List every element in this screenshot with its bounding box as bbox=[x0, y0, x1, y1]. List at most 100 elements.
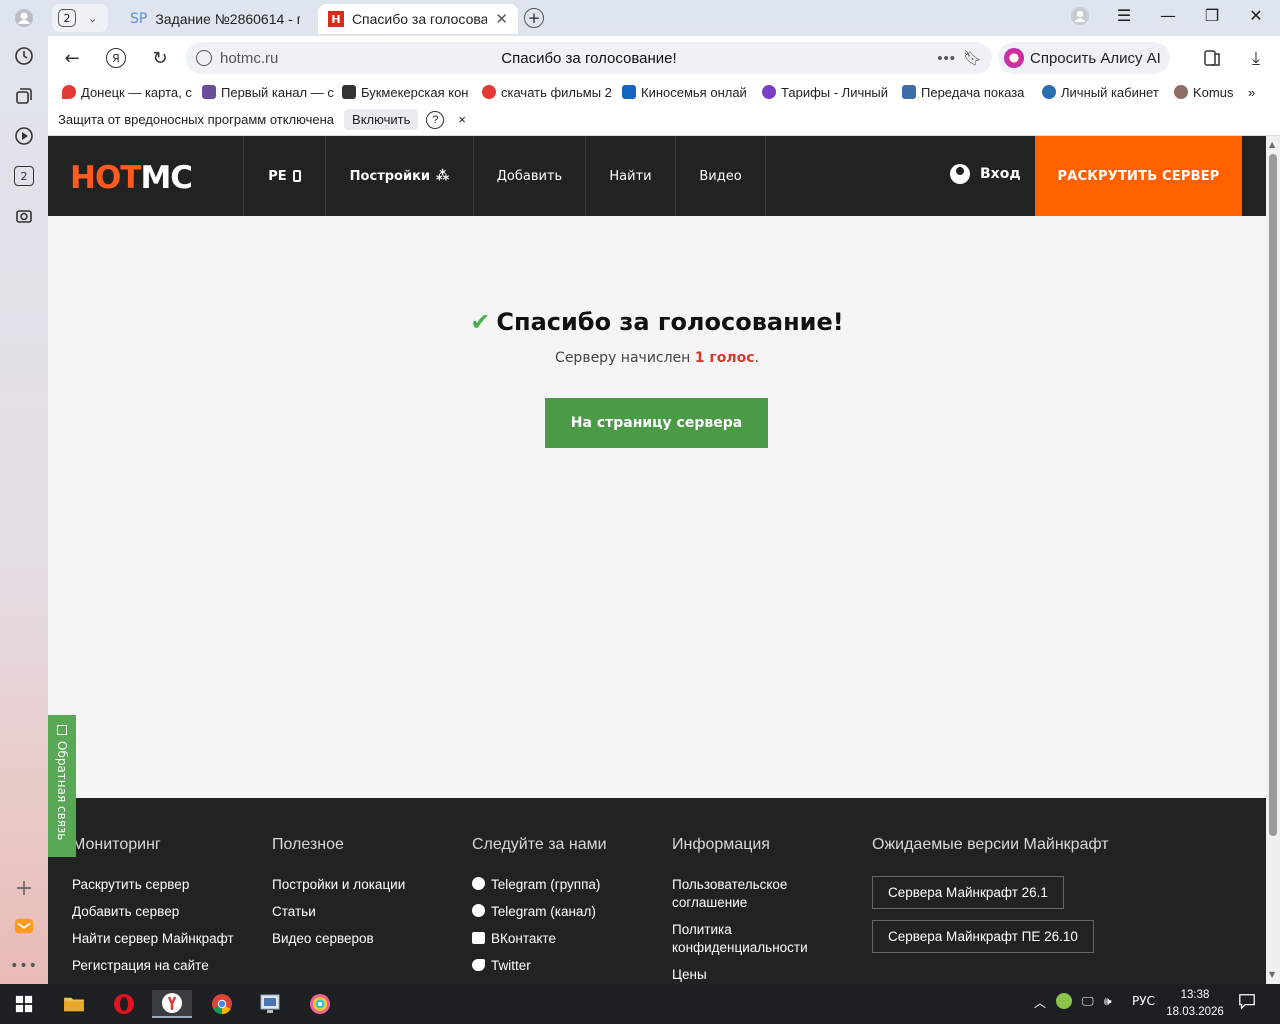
nav-find[interactable]: Найти bbox=[585, 136, 675, 216]
footer-link[interactable]: Найти сервер Майнкрафт bbox=[72, 930, 234, 948]
minimize-icon[interactable]: — bbox=[1156, 6, 1180, 25]
footer-link[interactable]: Цены bbox=[672, 966, 842, 984]
close-tab-icon[interactable]: ✕ bbox=[495, 10, 508, 28]
bookmark-item[interactable]: Букмекерская кон bbox=[342, 85, 482, 100]
alisa-button[interactable]: Спросить Алису AI bbox=[998, 42, 1170, 74]
address-bar[interactable]: hotmc.ru Спасибо за голосование! ••• 🔖︎ bbox=[186, 42, 992, 74]
opera-icon[interactable] bbox=[104, 990, 144, 1018]
tray-app-icon[interactable] bbox=[1056, 993, 1072, 1012]
promote-server-button[interactable]: РАСКРУТИТЬ СЕРВЕР bbox=[1035, 136, 1242, 216]
tab-task[interactable]: SP Задание №2860614 - про bbox=[120, 4, 310, 34]
bookmark-item[interactable]: Киносемья онлай bbox=[622, 85, 762, 100]
nav-add[interactable]: Добавить bbox=[473, 136, 585, 216]
footer-link[interactable]: Постройки и локации bbox=[272, 876, 405, 894]
hotmc-favicon-icon: H bbox=[328, 11, 344, 27]
close-window-icon[interactable]: ✕ bbox=[1244, 6, 1268, 25]
security-infobar: Защита от вредоносных программ отключена… bbox=[48, 104, 1280, 136]
more-icon[interactable]: ••• bbox=[10, 954, 37, 978]
tv-icon bbox=[202, 85, 216, 99]
mail-icon[interactable] bbox=[12, 914, 36, 938]
scroll-down-icon[interactable]: ▼ bbox=[1269, 970, 1275, 979]
address-page-title: Спасибо за голосование! bbox=[501, 49, 677, 67]
footer-link[interactable]: Пользовательское соглашение bbox=[672, 876, 842, 912]
history-icon[interactable] bbox=[12, 44, 36, 68]
bookmarks-bar: Донецк — карта, с Первый канал — с Букме… bbox=[48, 80, 1280, 104]
footer-link[interactable]: Регистрация на сайте bbox=[72, 957, 234, 975]
footer-col-info: Информация Пользовательское соглашение П… bbox=[672, 836, 842, 984]
page-scrollbar[interactable]: ▲ ▼ bbox=[1266, 136, 1280, 984]
restore-icon[interactable]: ❐ bbox=[1200, 6, 1224, 25]
bookmark-item[interactable]: Первый канал — с bbox=[202, 85, 342, 100]
collections-icon[interactable] bbox=[12, 84, 36, 108]
language-indicator[interactable]: РУС bbox=[1132, 994, 1155, 1008]
bookmark-item[interactable]: Тарифы - Личный bbox=[762, 85, 902, 100]
yandex-icon[interactable]: Я bbox=[104, 46, 128, 70]
chrome-icon[interactable] bbox=[202, 990, 242, 1018]
profile-icon[interactable] bbox=[1068, 6, 1092, 30]
footer-link[interactable]: Telegram (группа) bbox=[472, 876, 607, 894]
tab-title: Задание №2860614 - про bbox=[155, 11, 300, 27]
footer-link[interactable]: Статьи bbox=[272, 903, 405, 921]
tab-group-counter[interactable]: 2 ⌄ bbox=[52, 4, 108, 32]
notifications-icon[interactable] bbox=[1238, 992, 1256, 1013]
color-app-icon[interactable] bbox=[300, 990, 340, 1018]
sp-favicon: SP bbox=[130, 11, 148, 27]
footer-link[interactable]: Telegram (канал) bbox=[472, 903, 607, 921]
download-icon[interactable]: ⤓ bbox=[1244, 46, 1268, 70]
scroll-up-icon[interactable]: ▲ bbox=[1269, 140, 1275, 149]
alisa-orb-icon bbox=[1004, 48, 1024, 68]
reload-icon[interactable]: ↻ bbox=[148, 46, 172, 70]
bookmark-item[interactable]: Личный кабинет bbox=[1042, 85, 1174, 100]
nav-video[interactable]: Видео bbox=[675, 136, 766, 216]
new-tab-button[interactable]: + bbox=[524, 8, 544, 28]
menu-hamburger-icon[interactable]: ☰ bbox=[1112, 6, 1136, 25]
login-button[interactable]: Вход bbox=[950, 164, 1021, 184]
footer-link[interactable]: Политика конфиденциальности bbox=[672, 921, 842, 957]
tray-expand-icon[interactable]: ︿ bbox=[1034, 994, 1046, 1011]
media-play-icon[interactable] bbox=[12, 124, 36, 148]
navigation-bar: ← Я ↻ hotmc.ru Спасибо за голосование! •… bbox=[48, 36, 1280, 80]
back-arrow-icon[interactable]: ← bbox=[60, 46, 84, 70]
hotmc-logo[interactable]: HOTMC bbox=[70, 160, 193, 196]
remote-desktop-icon[interactable] bbox=[250, 990, 290, 1018]
more-bookmarks-icon[interactable]: » bbox=[1248, 85, 1255, 100]
version-button[interactable]: Сервера Майнкрафт 26.1 bbox=[872, 876, 1064, 909]
file-explorer-icon[interactable] bbox=[54, 990, 94, 1018]
screenshot-icon[interactable] bbox=[12, 204, 36, 228]
profile-avatar-icon[interactable] bbox=[12, 6, 36, 30]
tabs-count-icon[interactable]: 2 bbox=[12, 164, 36, 188]
more-dots-icon[interactable]: ••• bbox=[937, 50, 956, 67]
nav-buildings[interactable]: Постройки ⁂ bbox=[325, 136, 473, 216]
footer-link[interactable]: Раскрутить сервер bbox=[72, 876, 234, 894]
phone-icon bbox=[292, 170, 301, 182]
tab-active-thanks[interactable]: H Спасибо за голосовани ✕ bbox=[318, 4, 518, 34]
scrollbar-thumb[interactable] bbox=[1269, 154, 1277, 836]
enable-protection-button[interactable]: Включить bbox=[344, 109, 419, 130]
close-infobar-icon[interactable]: × bbox=[458, 112, 466, 127]
footer-link[interactable]: ВКонтакте bbox=[472, 930, 607, 948]
footer-link[interactable]: Добавить сервер bbox=[72, 903, 234, 921]
nav-pe[interactable]: PE bbox=[243, 136, 325, 216]
network-icon[interactable]: 🖵︎ bbox=[1082, 994, 1094, 1009]
windows-start-icon[interactable] bbox=[4, 990, 44, 1018]
bookmark-item[interactable]: Передача показа bbox=[902, 85, 1042, 100]
reading-mode-icon[interactable] bbox=[1200, 46, 1224, 70]
go-to-server-button[interactable]: На страницу сервера bbox=[545, 398, 768, 448]
page-viewport: HOTMC PE Постройки ⁂ Добавить Найти Виде… bbox=[48, 136, 1266, 984]
bookmark-icon[interactable]: 🔖︎ bbox=[963, 49, 982, 67]
add-panel-icon[interactable] bbox=[12, 876, 36, 900]
user-icon bbox=[950, 164, 970, 184]
bookmark-item[interactable]: Komus bbox=[1174, 85, 1238, 100]
clock[interactable]: 13:38 18.03.2026 bbox=[1160, 987, 1230, 1021]
feedback-tab[interactable]: Обратная связь bbox=[48, 715, 76, 857]
bookmark-item[interactable]: Донецк — карта, с bbox=[62, 85, 202, 100]
footer-link[interactable]: Видео серверов bbox=[272, 930, 405, 948]
version-button[interactable]: Сервера Майнкрафт ПЕ 26.10 bbox=[872, 920, 1094, 953]
chart-circle-icon bbox=[762, 85, 776, 99]
footer-link[interactable]: Twitter bbox=[472, 957, 607, 975]
checkmark-icon: ✔ bbox=[470, 308, 491, 336]
volume-icon[interactable]: 🕪︎ bbox=[1104, 994, 1112, 1009]
yandex-browser-icon[interactable] bbox=[152, 990, 192, 1018]
help-icon[interactable]: ? bbox=[426, 110, 445, 129]
bookmark-item[interactable]: скачать фильмы 2 bbox=[482, 85, 622, 100]
